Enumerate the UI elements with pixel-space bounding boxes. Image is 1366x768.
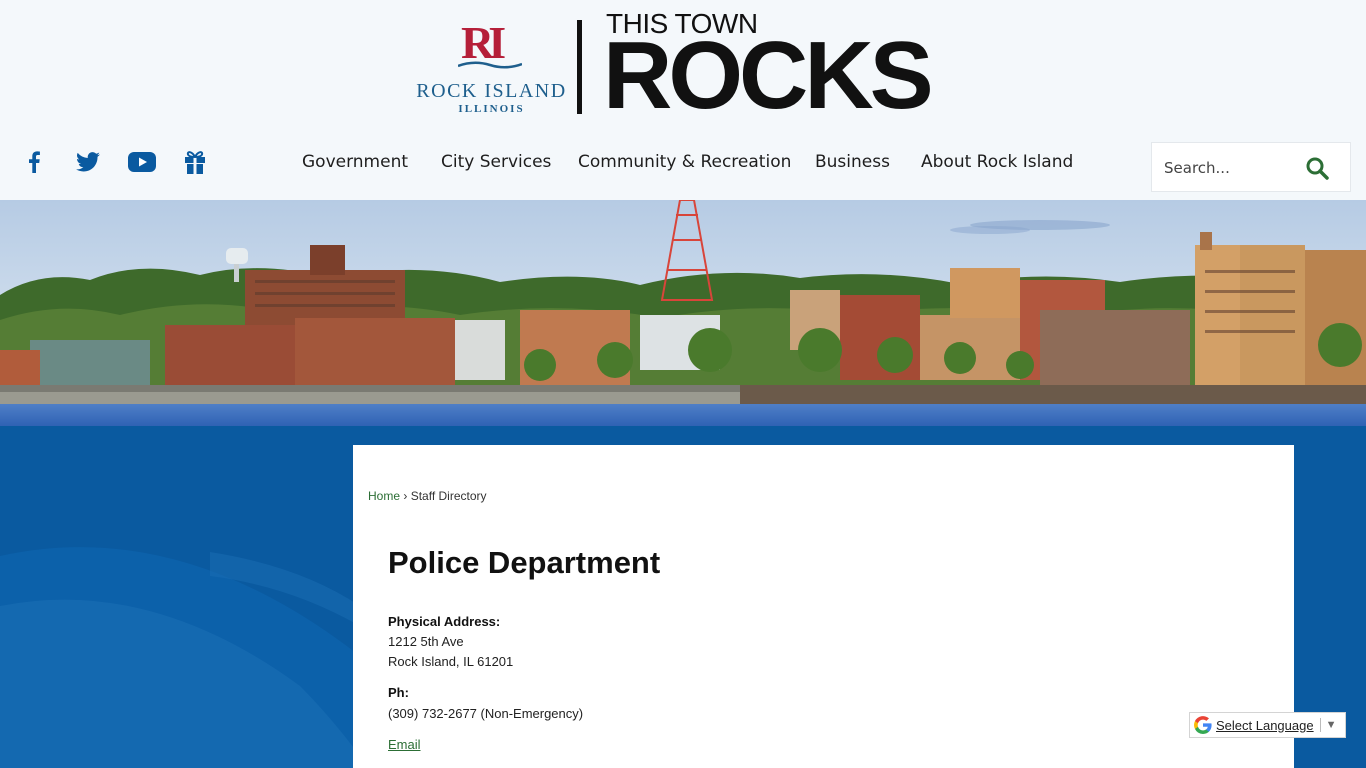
breadcrumb-home-link[interactable]: Home bbox=[368, 489, 400, 503]
breadcrumb: Home › Staff Directory bbox=[368, 489, 487, 503]
nav-community-recreation[interactable]: Community & Recreation bbox=[578, 152, 791, 178]
logo-wave-icon bbox=[458, 61, 522, 69]
search-icon bbox=[1306, 157, 1329, 180]
logo-divider bbox=[577, 20, 582, 114]
site-header: RI ROCK ISLAND ILLINOIS THIS TOWN ROCKS … bbox=[0, 0, 1366, 200]
google-icon bbox=[1194, 716, 1212, 734]
nav-business[interactable]: Business bbox=[815, 152, 890, 178]
nav-city-services[interactable]: City Services bbox=[441, 152, 551, 178]
search-box bbox=[1151, 142, 1351, 192]
logo-city-name: ROCK ISLAND bbox=[416, 80, 567, 102]
select-language-label: Select Language bbox=[1216, 717, 1314, 733]
search-button[interactable] bbox=[1300, 153, 1334, 183]
nav-government[interactable]: Government bbox=[302, 152, 408, 178]
logo-state-name: ILLINOIS bbox=[458, 103, 525, 115]
gift-icon[interactable] bbox=[179, 146, 211, 178]
address-label: Physical Address: bbox=[388, 614, 501, 629]
address-line-2: Rock Island, IL 61201 bbox=[388, 654, 514, 669]
rock-island-logo[interactable]: RI ROCK ISLAND ILLINOIS bbox=[414, 16, 569, 116]
search-input[interactable] bbox=[1164, 156, 1294, 180]
city-skyline-banner bbox=[0, 200, 1366, 426]
page-title: Police Department bbox=[388, 545, 661, 580]
nav-about-rock-island[interactable]: About Rock Island bbox=[921, 152, 1073, 178]
select-language-dropdown[interactable]: Select Language ▼ bbox=[1189, 712, 1346, 738]
facebook-icon[interactable] bbox=[18, 146, 50, 178]
breadcrumb-current: Staff Directory bbox=[410, 489, 487, 503]
tagline-main: ROCKS bbox=[603, 22, 934, 129]
breadcrumb-separator: › bbox=[403, 489, 408, 503]
address-line-1: 1212 5th Ave bbox=[388, 634, 464, 649]
chevron-down-icon: ▼ bbox=[1325, 719, 1337, 731]
phone-label: Ph: bbox=[388, 685, 409, 700]
content-card: Home › Staff Directory Police Department… bbox=[353, 445, 1294, 768]
email-link[interactable]: Email bbox=[388, 737, 421, 752]
dropdown-separator bbox=[1319, 718, 1321, 732]
youtube-icon[interactable] bbox=[126, 146, 158, 178]
phone-number: (309) 732-2677 (Non-Emergency) bbox=[388, 706, 584, 721]
twitter-icon[interactable] bbox=[72, 146, 104, 178]
